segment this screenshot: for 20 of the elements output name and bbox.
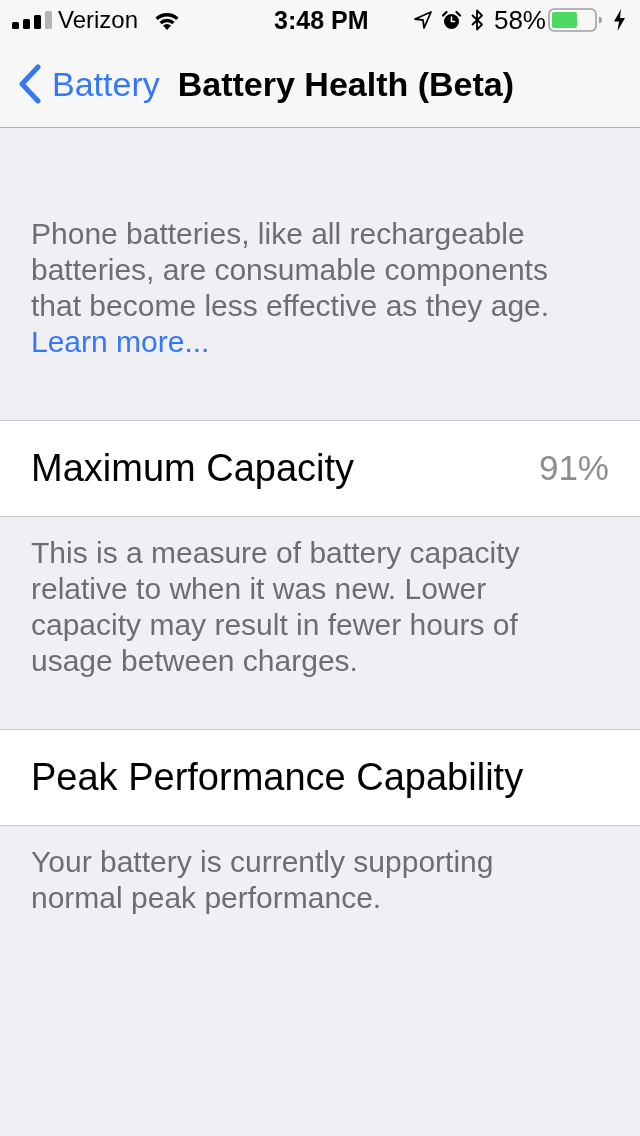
signal-bars-icon [12,11,54,29]
alarm-clock-icon [441,10,461,30]
charging-bolt-icon [613,9,626,31]
section-footer-text: Your battery is currently supporting normal peak performance. [31,844,495,916]
row-label: Peak Performance Capability [31,755,524,800]
status-time: 3:48 PM [274,8,369,33]
bluetooth-icon [470,9,484,31]
battery-percent: 58% [493,7,546,33]
row-label: Maximum Capacity [31,446,355,491]
back-chevron-icon [18,63,42,104]
battery-icon [548,8,603,32]
location-arrow-icon [413,11,432,29]
learn-more-link[interactable]: Learn more... [31,324,210,360]
intro-text: Phone batteries, like all rechargeable batteries, are consumable components that become less effective as they age. [31,216,551,324]
section-footer-text: This is a measure of battery capacity relative to when it was new. Lower capacity may result in fewer hours of usage between charges. [31,535,521,679]
back-button[interactable]: Battery [18,63,160,104]
row-value: 91% [538,447,609,490]
nav-title: Battery Health (Beta) [177,66,515,101]
carrier-name: Verizon [58,8,139,32]
wifi-icon [154,10,181,30]
